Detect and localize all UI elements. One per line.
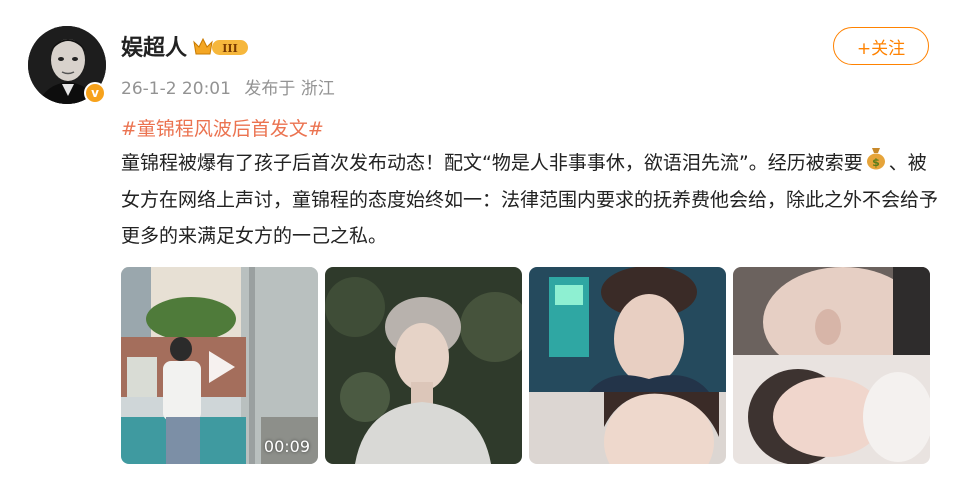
verified-icon: v (84, 82, 106, 104)
money-bag-icon: $ (865, 146, 887, 182)
video-duration: 00:09 (263, 437, 310, 456)
media-photo-portrait[interactable] (325, 267, 522, 464)
topic-hashtag[interactable]: #童锦程风波后首发文# (121, 114, 324, 141)
svg-text:$: $ (872, 156, 880, 169)
media-collage-selfie[interactable] (529, 267, 726, 464)
author-name[interactable]: 娱超人 (121, 30, 187, 62)
post-source: 发布于 浙江 (244, 79, 335, 99)
weibo-post-card: v 娱超人 III 26-1-2 20:01 发布于 浙江 +关注 #童锦程风波… (0, 0, 960, 488)
post-text-part1: 童锦程被爆有了孩子后首次发布动态！配文“物是人非事事休，欲语泪先流”。经历被索要 (121, 152, 863, 174)
svg-text:III: III (222, 42, 237, 55)
follow-button[interactable]: +关注 (833, 27, 929, 65)
play-icon[interactable] (197, 345, 241, 389)
post-time[interactable]: 26-1-2 20:01 (121, 79, 231, 99)
media-collage-baby[interactable] (733, 267, 930, 464)
post-meta: 26-1-2 20:01 发布于 浙江 (121, 74, 343, 99)
vip-level-icon: III (192, 36, 250, 58)
media-video[interactable]: 00:09 (121, 267, 318, 464)
post-text: 童锦程被爆有了孩子后首次发布动态！配文“物是人非事事休，欲语泪先流”。经历被索要… (121, 145, 941, 254)
